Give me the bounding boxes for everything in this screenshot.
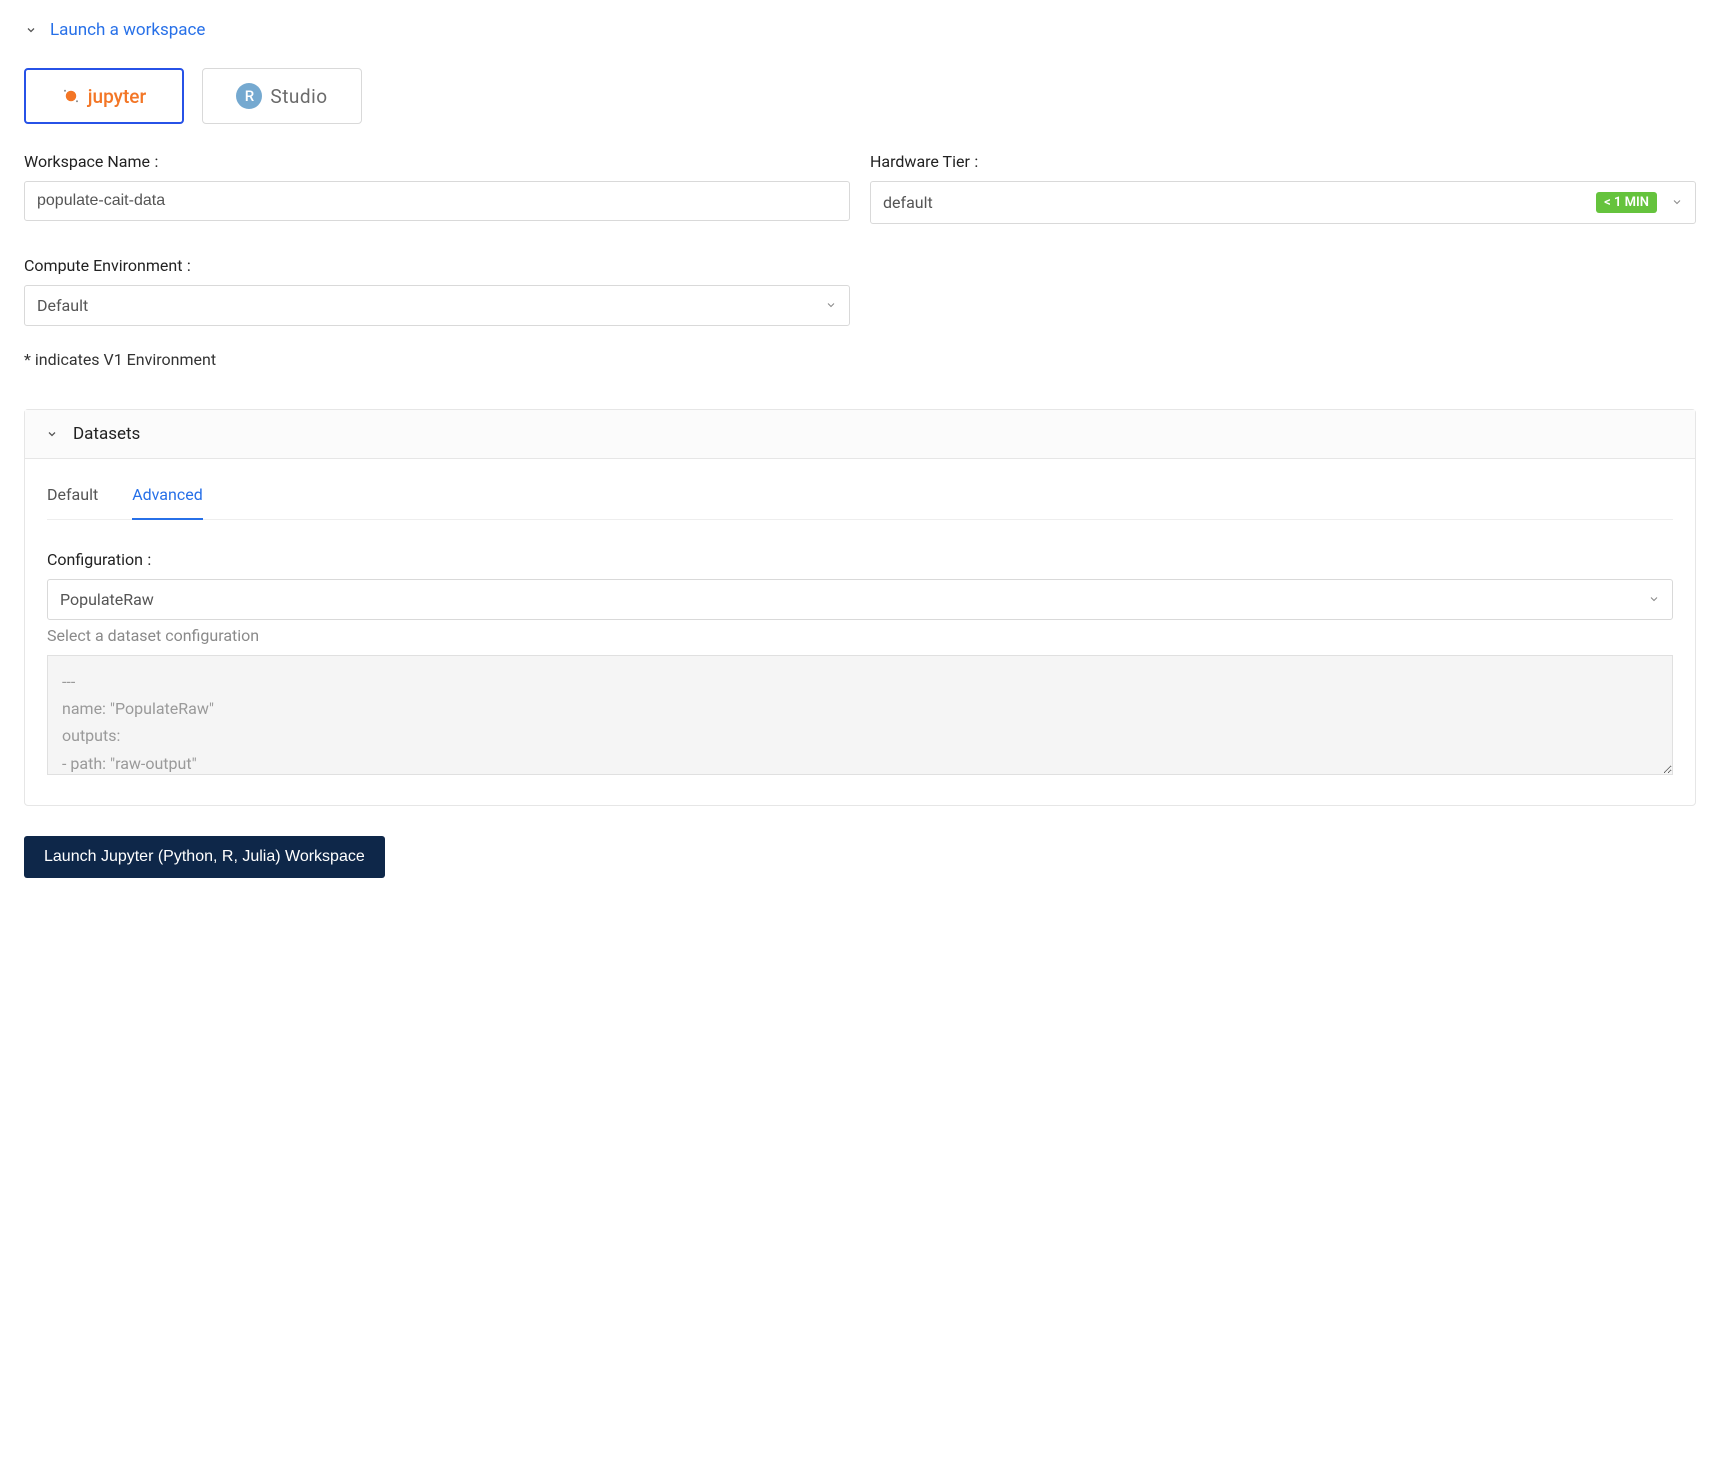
configuration-select[interactable]: PopulateRaw [47,579,1673,620]
chevron-down-icon [825,296,837,315]
tab-default[interactable]: Default [47,479,98,520]
configuration-hint: Select a dataset configuration [47,626,1673,645]
jupyter-icon [62,87,80,105]
hardware-tier-value: default [883,193,933,212]
tool-jupyter-label: jupyter [88,85,146,108]
launch-workspace-header[interactable]: Launch a workspace [24,20,1696,40]
hardware-tier-select[interactable]: default < 1 MIN [870,181,1696,224]
chevron-down-icon [1671,193,1683,212]
datasets-panel-title: Datasets [73,424,140,444]
datasets-panel: Datasets Default Advanced Configuration … [24,409,1696,806]
datasets-tabs: Default Advanced [47,479,1673,520]
hardware-tier-badge: < 1 MIN [1596,192,1657,213]
datasets-panel-header[interactable]: Datasets [25,410,1695,459]
configuration-value: PopulateRaw [60,590,154,609]
tool-jupyter[interactable]: jupyter [24,68,184,124]
configuration-yaml[interactable] [47,655,1673,775]
workspace-name-label: Workspace Name [24,152,850,171]
compute-env-value: Default [37,296,88,315]
hardware-tier-label: Hardware Tier [870,152,1696,171]
rstudio-icon: R [236,83,262,109]
compute-env-label: Compute Environment [24,256,850,275]
chevron-down-icon [24,23,38,37]
header-title: Launch a workspace [50,20,205,40]
tool-selector: jupyter R Studio [24,68,1696,124]
tool-rstudio[interactable]: R Studio [202,68,362,124]
env-hint: * indicates V1 Environment [24,350,850,369]
workspace-name-input[interactable] [24,181,850,221]
compute-env-select[interactable]: Default [24,285,850,326]
tool-rstudio-label: Studio [270,85,327,108]
configuration-label: Configuration [47,550,1673,569]
tab-advanced[interactable]: Advanced [132,479,203,520]
launch-button[interactable]: Launch Jupyter (Python, R, Julia) Worksp… [24,836,385,878]
chevron-down-icon [1648,590,1660,609]
chevron-down-icon [45,427,59,441]
